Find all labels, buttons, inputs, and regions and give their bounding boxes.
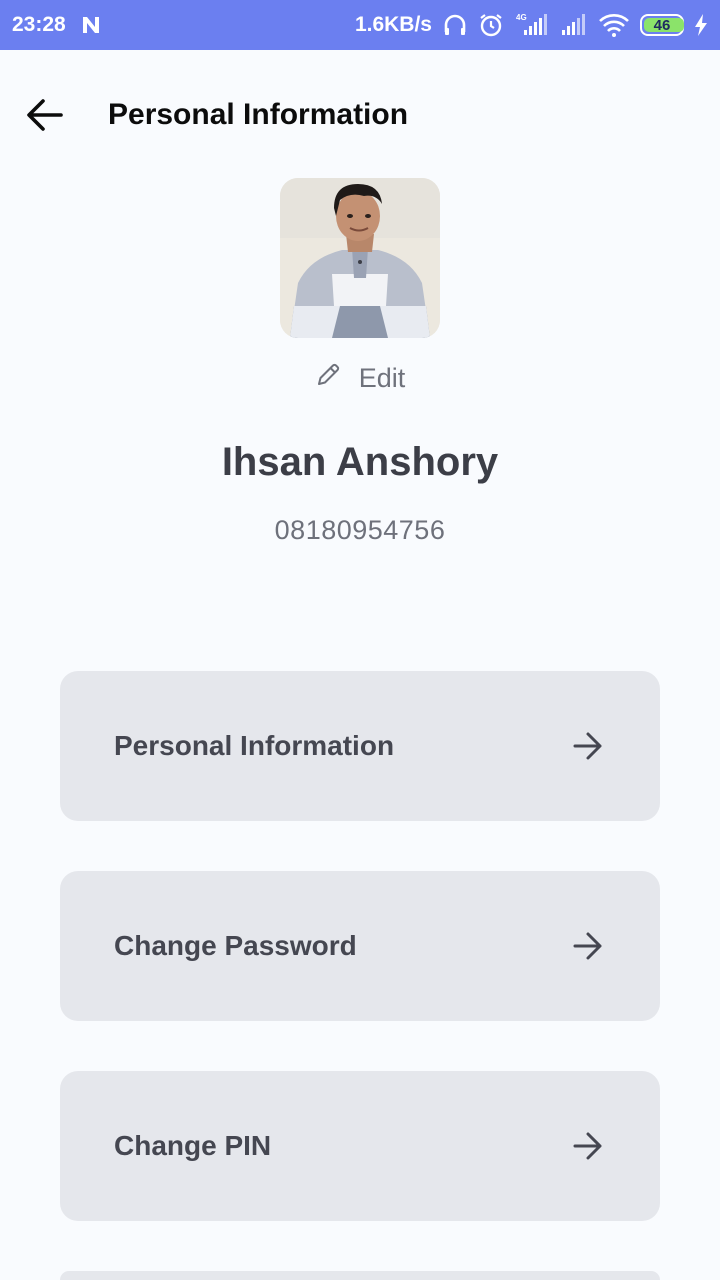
pencil-icon — [315, 362, 341, 395]
headphones-icon — [442, 12, 468, 38]
charging-bolt-icon — [694, 13, 708, 37]
status-time: 23:28 — [12, 13, 66, 36]
page-title: Personal Information — [108, 98, 409, 131]
signal-icon — [560, 12, 588, 38]
menu-item-label: Personal Information — [114, 730, 395, 761]
battery-icon: 46 — [640, 14, 684, 36]
arrow-left-icon — [25, 97, 65, 138]
menu-item-personal-information[interactable]: Personal Information — [60, 671, 660, 821]
network-type: 4G — [516, 13, 527, 22]
alarm-icon — [478, 12, 504, 38]
network-speed: 1.6KB/s — [354, 13, 432, 36]
menu-item-label: Change Password — [114, 930, 357, 961]
arrow-right-icon — [572, 931, 604, 961]
menu-item-partial[interactable] — [60, 1271, 660, 1280]
wifi-icon — [598, 12, 630, 38]
back-button[interactable] — [22, 94, 68, 140]
battery-level: 46 — [653, 16, 671, 34]
profile-photo[interactable] — [280, 178, 440, 338]
menu-item-change-password[interactable]: Change Password — [60, 871, 660, 1021]
edit-photo-button[interactable]: Edit — [0, 358, 720, 398]
signal-4g-icon: 4G — [514, 12, 550, 38]
menu-item-label: Change PIN — [114, 1130, 272, 1161]
n-notification-icon — [80, 14, 102, 36]
edit-label: Edit — [358, 362, 406, 393]
status-bar: 23:28 1.6KB/s 4G 46 — [0, 0, 720, 50]
app-bar: Personal Information — [0, 50, 720, 180]
profile-phone: 08180954756 — [274, 515, 446, 545]
arrow-right-icon — [572, 731, 604, 761]
menu-item-change-pin[interactable]: Change PIN — [60, 1071, 660, 1221]
arrow-right-icon — [572, 1131, 604, 1161]
profile-name: Ihsan Anshory — [221, 440, 499, 484]
